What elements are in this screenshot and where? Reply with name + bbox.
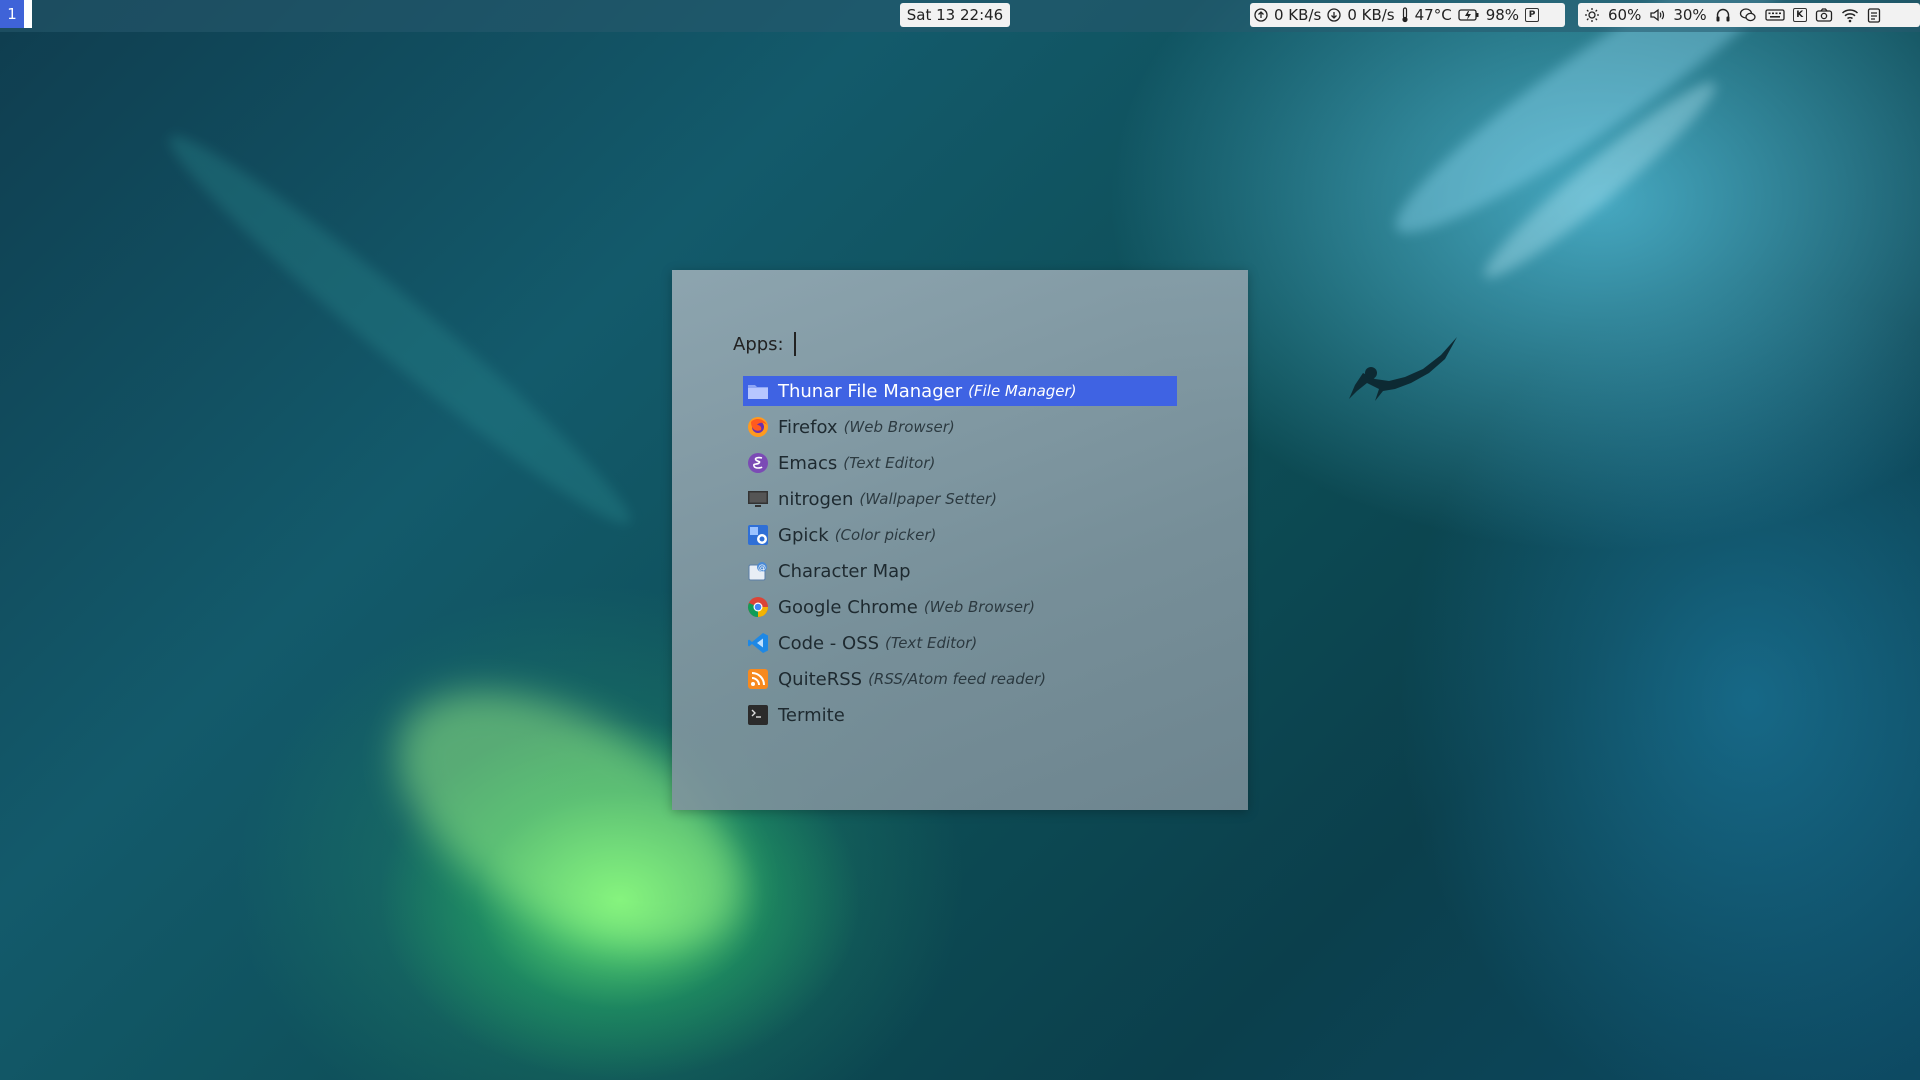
battery-icon xyxy=(1458,8,1480,22)
app-item-google-chrome[interactable]: Google Chrome (Web Browser) xyxy=(743,592,1177,622)
thermometer-icon xyxy=(1401,7,1409,23)
app-item-nitrogen[interactable]: nitrogen (Wallpaper Setter) xyxy=(743,484,1177,514)
top-bar: 1 Sat 13 22:46 0 KB/s 0 KB/s 47°C 98% P … xyxy=(0,0,1920,32)
keyboard-layout-icon[interactable]: P xyxy=(1525,8,1540,22)
screenshot-icon[interactable] xyxy=(1815,7,1833,23)
app-item-name: Thunar File Manager xyxy=(778,380,963,402)
prompt-label: Apps: xyxy=(733,333,784,355)
brightness-icon[interactable] xyxy=(1584,7,1600,23)
app-item-thunar[interactable]: Thunar File Manager (File Manager) xyxy=(743,376,1177,406)
headphones-icon[interactable] xyxy=(1715,7,1731,23)
net-up-value: 0 KB/s xyxy=(1274,6,1322,24)
volume-value: 30% xyxy=(1673,6,1707,24)
app-item-desc: (Text Editor) xyxy=(885,634,978,652)
app-item-name: QuiteRSS xyxy=(778,668,863,690)
rss-icon xyxy=(747,668,769,690)
wallpaper-streak xyxy=(1374,0,1846,262)
upload-icon xyxy=(1254,8,1268,22)
workspace-indicator[interactable]: 1 xyxy=(0,0,32,28)
volume-icon[interactable] xyxy=(1649,7,1665,23)
vscode-icon xyxy=(747,632,769,654)
wifi-icon[interactable] xyxy=(1841,7,1859,23)
gpick-icon xyxy=(747,524,769,546)
system-stats: 0 KB/s 0 KB/s 47°C 98% P xyxy=(1250,3,1565,27)
charmap-icon: @ xyxy=(747,560,769,582)
app-item-name: Termite xyxy=(778,704,845,726)
emacs-icon xyxy=(747,452,769,474)
launcher-prompt[interactable]: Apps: xyxy=(733,332,796,356)
app-item-emacs[interactable]: Emacs (Text Editor) xyxy=(743,448,1177,478)
app-item-name: Firefox xyxy=(778,416,838,438)
download-icon xyxy=(1327,8,1341,22)
app-item-desc: (Web Browser) xyxy=(923,598,1035,616)
app-item-desc: (Wallpaper Setter) xyxy=(859,490,997,508)
app-item-desc: (RSS/Atom feed reader) xyxy=(868,670,1046,688)
app-item-desc: (Text Editor) xyxy=(843,454,936,472)
app-list: Thunar File Manager (File Manager) Firef… xyxy=(743,376,1177,736)
app-item-name: nitrogen xyxy=(778,488,854,510)
app-item-gpick[interactable]: Gpick (Color picker) xyxy=(743,520,1177,550)
workspace-number: 1 xyxy=(7,5,17,23)
diver-silhouette xyxy=(1349,337,1457,401)
brightness-value: 60% xyxy=(1608,6,1642,24)
clipboard-icon[interactable] xyxy=(1867,7,1881,23)
system-tray: 60% 30% K xyxy=(1578,3,1920,27)
svg-text:@: @ xyxy=(758,563,766,572)
app-item-character-map[interactable]: @ Character Map xyxy=(743,556,1177,586)
kdeconnect-icon[interactable]: K xyxy=(1792,8,1807,22)
app-item-code-oss[interactable]: Code - OSS (Text Editor) xyxy=(743,628,1177,658)
text-cursor xyxy=(793,332,796,356)
chrome-icon xyxy=(747,596,769,618)
app-item-desc: (Web Browser) xyxy=(843,418,955,436)
app-item-desc: (Color picker) xyxy=(834,526,937,544)
temperature-value: 47°C xyxy=(1414,6,1452,24)
clock[interactable]: Sat 13 22:46 xyxy=(900,3,1010,27)
keyboard-icon[interactable] xyxy=(1765,8,1785,22)
app-item-name: Emacs xyxy=(778,452,838,474)
net-down-value: 0 KB/s xyxy=(1347,6,1395,24)
app-item-name: Gpick xyxy=(778,524,829,546)
battery-value: 98% xyxy=(1485,6,1520,24)
terminal-icon xyxy=(747,704,769,726)
monitor-icon xyxy=(747,488,769,510)
app-item-firefox[interactable]: Firefox (Web Browser) xyxy=(743,412,1177,442)
app-item-name: Character Map xyxy=(778,560,911,582)
app-launcher: Apps: Thunar File Manager (File Manager)… xyxy=(672,270,1248,810)
folder-icon xyxy=(747,380,769,402)
app-item-desc: (File Manager) xyxy=(968,382,1077,400)
wechat-icon[interactable] xyxy=(1739,7,1757,23)
wallpaper-streak xyxy=(150,114,650,546)
firefox-icon xyxy=(747,416,769,438)
clock-text: Sat 13 22:46 xyxy=(906,6,1004,24)
app-item-name: Code - OSS xyxy=(778,632,880,654)
app-item-quiterss[interactable]: QuiteRSS (RSS/Atom feed reader) xyxy=(743,664,1177,694)
app-item-name: Google Chrome xyxy=(778,596,918,618)
app-item-termite[interactable]: Termite xyxy=(743,700,1177,730)
